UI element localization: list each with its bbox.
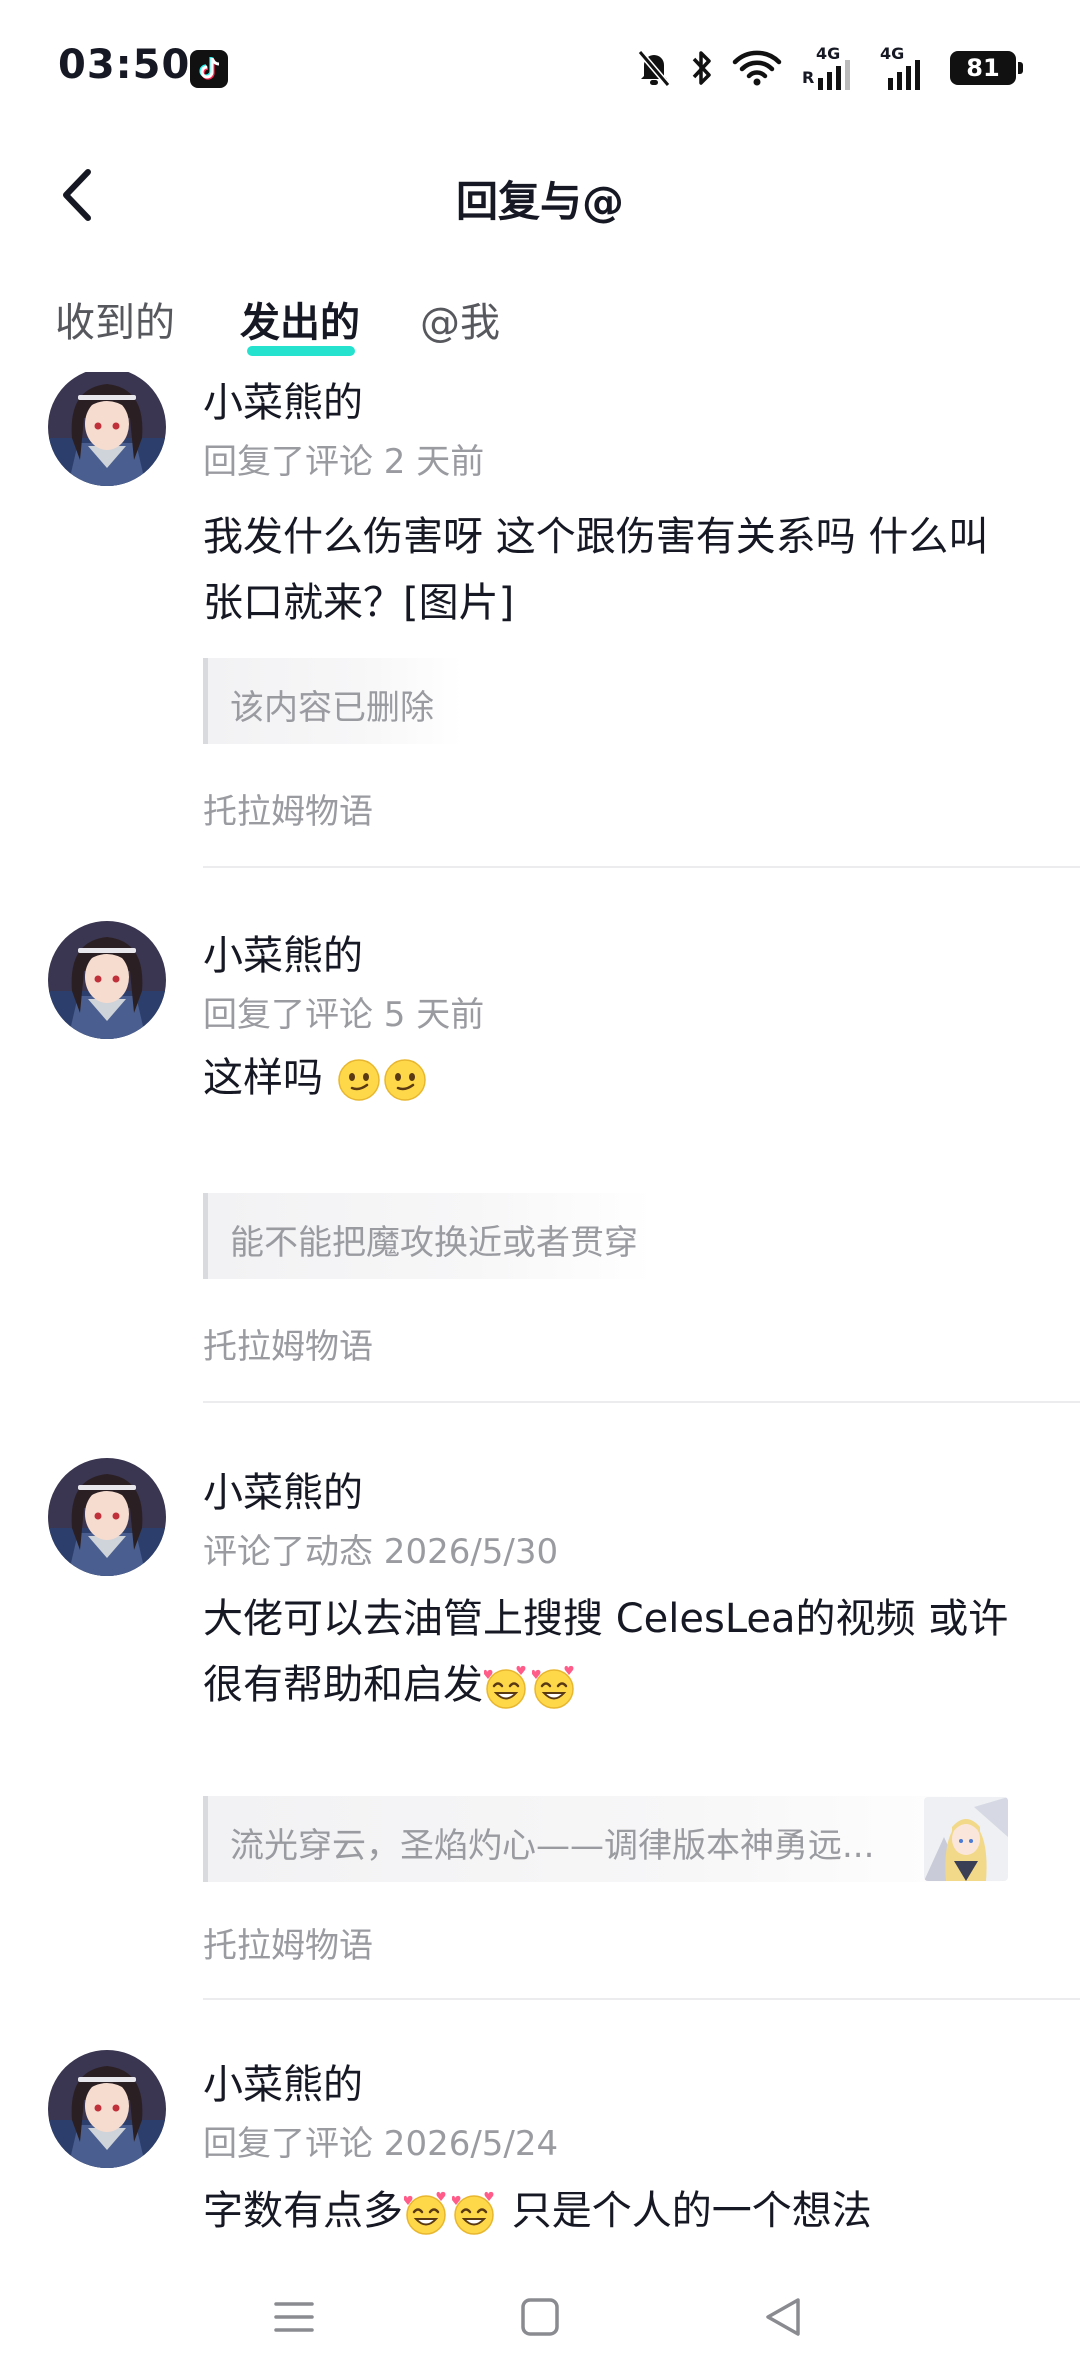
tiktok-icon xyxy=(190,50,228,88)
battery-indicator: 81 xyxy=(950,51,1023,85)
avatar[interactable] xyxy=(48,1458,166,1576)
avatar[interactable] xyxy=(48,2050,166,2168)
reply-content-text: 这样吗 xyxy=(203,1055,323,1101)
reply-content[interactable]: 大佬可以去油管上搜搜 CelesLea的视频 或许很有帮助和启发 xyxy=(203,1586,1023,1718)
system-nav-bar xyxy=(0,2252,1080,2377)
sly-smile-emoji-icon xyxy=(383,1059,426,1101)
source-title[interactable]: 托拉姆物语 xyxy=(203,784,373,833)
avatar[interactable] xyxy=(48,372,166,486)
wifi-icon xyxy=(732,50,782,86)
quoted-post[interactable]: 流光穿云，圣焰灼心——调律版本神勇远... xyxy=(203,1796,1013,1882)
source-title[interactable]: 托拉姆物语 xyxy=(203,1918,373,1967)
quoted-comment[interactable]: 该内容已删除 xyxy=(203,658,463,744)
bluetooth-icon xyxy=(692,51,711,85)
list-item[interactable]: 小菜熊的 评论了动态 2026/5/30 大佬可以去油管上搜搜 CelesLea… xyxy=(0,1458,1080,2018)
reply-meta: 回复了评论 2 天前 xyxy=(203,442,485,482)
user-name[interactable]: 小菜熊的 xyxy=(203,1460,363,1518)
reply-meta: 回复了评论 2026/5/24 xyxy=(203,2124,559,2164)
status-time: 03:50 xyxy=(58,42,191,88)
user-name[interactable]: 小菜熊的 xyxy=(203,923,363,981)
reply-content-text: 大佬可以去油管上搜搜 CelesLea的视频 或许很有帮助和启发 xyxy=(203,1596,1009,1708)
tab-received[interactable]: 收到的 xyxy=(55,290,175,348)
reply-list: 小菜熊的 回复了评论 2 天前 我发什么伤害呀 这个跟伤害有关系吗 什么叫张口就… xyxy=(0,372,1080,2252)
reply-content-text: 字数有点多 xyxy=(203,2188,403,2234)
avatar[interactable] xyxy=(48,921,166,1039)
divider xyxy=(203,1998,1080,2000)
list-item[interactable]: 小菜熊的 回复了评论 2026/5/24 字数有点多 只是个人的一个想法 xyxy=(0,2050,1080,2252)
divider xyxy=(203,1401,1080,1403)
status-bar: 03:50 4G R 4G 81 xyxy=(0,0,1080,140)
menu-icon xyxy=(274,2302,314,2332)
tab-bar: 收到的 发出的 @我 xyxy=(0,290,1080,370)
reply-content-text: 只是个人的一个想法 xyxy=(499,2188,872,2234)
tab-mentions[interactable]: @我 xyxy=(420,290,500,348)
post-thumbnail[interactable] xyxy=(924,1797,1008,1881)
title-bar: 回复与@ xyxy=(0,140,1080,250)
smiling-hearts-emoji-icon xyxy=(532,1665,574,1709)
page-title: 回复与@ xyxy=(455,177,624,226)
source-title[interactable]: 托拉姆物语 xyxy=(203,1319,373,1368)
quoted-comment[interactable]: 能不能把魔攻换近或者贯穿 xyxy=(203,1193,653,1279)
smiling-hearts-emoji-icon xyxy=(404,2191,446,2235)
reply-content[interactable]: 字数有点多 只是个人的一个想法 xyxy=(203,2178,1023,2244)
signal-4g-roaming-icon: 4G R xyxy=(800,46,860,90)
reply-content[interactable]: 这样吗 xyxy=(203,1045,1023,1111)
tab-sent[interactable]: 发出的 xyxy=(240,290,360,348)
user-name[interactable]: 小菜熊的 xyxy=(203,2052,363,2110)
list-item[interactable]: 小菜熊的 回复了评论 2 天前 我发什么伤害呀 这个跟伤害有关系吗 什么叫张口就… xyxy=(0,372,1080,868)
signal-4g-icon: 4G xyxy=(878,46,932,90)
smiling-hearts-emoji-icon xyxy=(484,1665,526,1709)
menu-button[interactable] xyxy=(264,2292,324,2342)
user-name[interactable]: 小菜熊的 xyxy=(203,372,363,428)
home-button[interactable] xyxy=(510,2292,570,2342)
quoted-post-text: 流光穿云，圣焰灼心——调律版本神勇远... xyxy=(230,1826,875,1866)
home-square-icon xyxy=(521,2298,559,2336)
reply-content[interactable]: 我发什么伤害呀 这个跟伤害有关系吗 什么叫张口就来？[图片] xyxy=(203,504,1023,636)
reply-meta: 评论了动态 2026/5/30 xyxy=(203,1532,559,1572)
system-back-button[interactable] xyxy=(754,2292,814,2342)
reply-meta: 回复了评论 5 天前 xyxy=(203,995,485,1035)
bell-off-icon xyxy=(637,50,671,87)
quoted-comment-text: 能不能把魔攻换近或者贯穿 xyxy=(230,1223,638,1263)
sly-smile-emoji-icon xyxy=(337,1059,380,1101)
smiling-hearts-emoji-icon xyxy=(452,2191,494,2235)
back-triangle-icon xyxy=(766,2298,800,2336)
list-item[interactable]: 小菜熊的 回复了评论 5 天前 这样吗 能不能把魔攻换近或者贯穿 托拉姆物语 xyxy=(0,921,1080,1421)
divider xyxy=(203,866,1080,868)
quoted-comment-text: 该内容已删除 xyxy=(230,688,434,728)
